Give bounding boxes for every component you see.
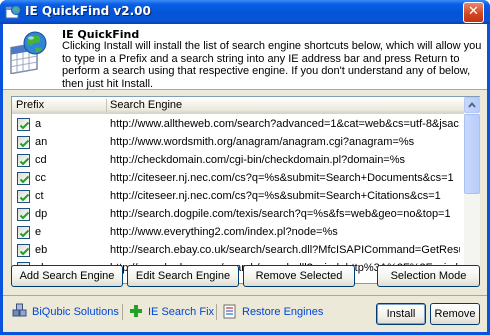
header-description: Clicking Install will install the list o… (62, 40, 482, 90)
selection-mode-button[interactable]: Selection Mode (377, 265, 480, 287)
column-divider[interactable] (106, 99, 107, 112)
row-checkbox[interactable] (17, 154, 30, 167)
list-item[interactable]: a http://www.alltheweb.com/search?advanc… (12, 115, 464, 133)
client-area: IE QuickFind Clicking Install will insta… (3, 24, 487, 332)
search-engine-list[interactable]: Prefix Search Engine a http://www.allthe… (11, 96, 480, 284)
row-prefix: e (35, 226, 42, 238)
row-engine-url: http://citeseer.nj.nec.com/cs?q=%s&submi… (110, 190, 441, 202)
vertical-scrollbar[interactable] (464, 97, 480, 283)
restore-list-icon (223, 304, 236, 319)
scroll-thumb[interactable] (464, 114, 480, 194)
ie-quickfind-icon (5, 5, 21, 19)
globe-calendar-icon (10, 31, 47, 74)
row-prefix: dp (35, 208, 48, 220)
row-engine-url: http://www.alltheweb.com/search?advanced… (110, 118, 460, 130)
row-checkbox[interactable] (17, 136, 30, 149)
row-prefix: cd (35, 154, 47, 166)
title-bar[interactable]: IE QuickFind v2.00 ✕ (0, 0, 490, 24)
row-engine-url: http://www.wordsmith.org/anagram/anagram… (110, 136, 415, 148)
green-plus-icon (130, 305, 142, 317)
divider (122, 304, 123, 320)
list-item[interactable]: ct http://citeseer.nj.nec.com/cs?q=%s&su… (12, 187, 464, 205)
row-engine-url: http://citeseer.nj.nec.com/cs?q=%s&submi… (110, 172, 454, 184)
row-prefix: an (35, 136, 48, 148)
column-header-search-engine[interactable]: Search Engine (110, 99, 182, 111)
column-header-prefix[interactable]: Prefix (16, 99, 44, 111)
row-prefix: ct (35, 190, 44, 202)
cubes-icon (12, 303, 27, 317)
divider (216, 304, 217, 320)
row-prefix: a (35, 118, 42, 130)
row-engine-url: http://checkdomain.com/cgi-bin/checkdoma… (110, 154, 406, 166)
row-checkbox[interactable] (17, 118, 30, 131)
edit-search-engine-button[interactable]: Edit Search Engine (127, 265, 239, 287)
row-checkbox[interactable] (17, 190, 30, 203)
row-checkbox[interactable] (17, 208, 30, 221)
row-engine-url: http://www.everything2.com/index.pl?node… (110, 226, 338, 238)
app-window: IE QuickFind v2.00 ✕ IE QuickFind Clicki… (0, 0, 490, 335)
close-button[interactable]: ✕ (463, 2, 484, 23)
row-engine-url: http://search.dogpile.com/texis/search?q… (110, 208, 451, 220)
list-item[interactable]: an http://www.wordsmith.org/anagram/anag… (12, 133, 464, 151)
divider (3, 295, 487, 296)
biqubic-solutions-link[interactable]: BiQubic Solutions (32, 306, 119, 318)
ie-search-fix-link[interactable]: IE Search Fix (148, 306, 214, 318)
list-item[interactable]: cc http://citeseer.nj.nec.com/cs?q=%s&su… (12, 169, 464, 187)
remove-selected-button[interactable]: Remove Selected (243, 265, 355, 287)
header-panel: IE QuickFind Clicking Install will insta… (3, 24, 487, 90)
list-item[interactable]: eb http://search.ebay.co.uk/search/searc… (12, 241, 464, 259)
chevron-up-icon (468, 102, 476, 108)
window-title: IE QuickFind v2.00 (25, 4, 151, 18)
install-button[interactable]: Install (376, 303, 426, 325)
remove-button[interactable]: Remove (430, 303, 480, 325)
row-checkbox[interactable] (17, 244, 30, 257)
list-rows: a http://www.alltheweb.com/search?advanc… (12, 115, 464, 277)
row-checkbox[interactable] (17, 226, 30, 239)
restore-engines-link[interactable]: Restore Engines (242, 306, 323, 318)
scroll-up-button[interactable] (464, 97, 480, 113)
list-item[interactable]: dp http://search.dogpile.com/texis/searc… (12, 205, 464, 223)
row-prefix: cc (35, 172, 46, 184)
row-engine-url: http://search.ebay.co.uk/search/search.d… (110, 244, 460, 256)
row-prefix: eb (35, 244, 48, 256)
list-item[interactable]: cd http://checkdomain.com/cgi-bin/checkd… (12, 151, 464, 169)
list-header: Prefix Search Engine (12, 97, 464, 114)
add-search-engine-button[interactable]: Add Search Engine (11, 265, 123, 287)
list-item[interactable]: e http://www.everything2.com/index.pl?no… (12, 223, 464, 241)
row-checkbox[interactable] (17, 172, 30, 185)
